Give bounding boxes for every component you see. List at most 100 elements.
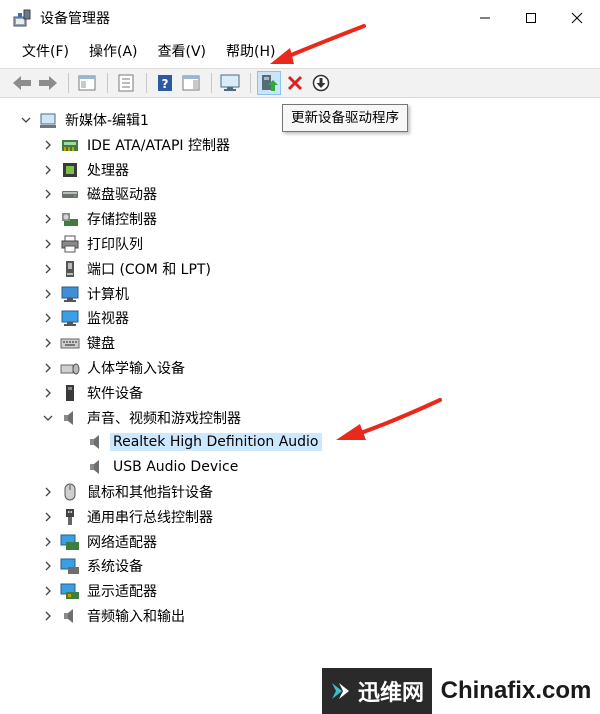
chevron-right-icon[interactable]: [40, 579, 56, 603]
printer-icon: [60, 234, 80, 254]
tree-category[interactable]: 存储控制器: [40, 207, 160, 231]
watermark-right-text: Chinafix.com: [440, 677, 592, 704]
storage-controller-icon: [60, 209, 80, 229]
chevron-right-icon[interactable]: [40, 133, 56, 157]
update-driver-button[interactable]: [257, 71, 281, 95]
tree-category[interactable]: 音频输入和输出: [40, 604, 188, 628]
close-button[interactable]: [554, 0, 600, 36]
tree-category[interactable]: 系统设备: [40, 554, 146, 578]
tree-device[interactable]: Realtek High Definition Audio: [66, 430, 322, 454]
chevron-right-icon[interactable]: [40, 257, 56, 281]
toolbar-separator: [211, 73, 212, 93]
tree-item-label: 人体学输入设备: [87, 361, 185, 377]
chevron-right-icon[interactable]: [40, 604, 56, 628]
monitor-icon: [60, 308, 80, 328]
chevron-right-icon[interactable]: [40, 505, 56, 529]
chevron-right-icon[interactable]: [40, 356, 56, 380]
help-button[interactable]: ?: [153, 71, 177, 95]
chevron-right-icon[interactable]: [40, 306, 56, 330]
watermark: 迅维网 Chinafix.com: [322, 668, 600, 714]
tree-category[interactable]: 处理器: [40, 158, 132, 182]
computer-icon: [60, 284, 80, 304]
tree-category[interactable]: 鼠标和其他指针设备: [40, 480, 216, 504]
tree-category[interactable]: 显示适配器: [40, 579, 160, 603]
chevron-down-icon[interactable]: [40, 406, 56, 430]
display-adapter-icon: [60, 581, 80, 601]
tree-item-label: 系统设备: [87, 559, 143, 576]
tree-item-label: USB Audio Device: [113, 459, 239, 476]
tree-category[interactable]: IDE ATA/ATAPI 控制器: [40, 133, 233, 157]
audio-io-icon: [60, 606, 80, 626]
tree-device[interactable]: USB Audio Device: [66, 455, 241, 479]
software-device-icon: [60, 383, 80, 403]
uninstall-button[interactable]: [283, 71, 307, 95]
chevron-right-icon[interactable]: [40, 530, 56, 554]
scan-hardware-button[interactable]: [218, 71, 242, 95]
chevron-down-icon[interactable]: [18, 108, 34, 132]
back-arrow-icon: [13, 76, 31, 90]
tree-category[interactable]: 声音、视频和游戏控制器: [40, 406, 244, 430]
tree-item-label: 显示适配器: [87, 584, 157, 601]
update-driver-icon: [262, 75, 278, 91]
speaker-icon: [86, 457, 106, 477]
tree-item-label: 端口 (COM 和 LPT): [87, 261, 211, 278]
tree-category[interactable]: 打印队列: [40, 232, 146, 256]
close-icon: [571, 12, 583, 24]
tree-category[interactable]: 软件设备: [40, 381, 146, 405]
tree-category[interactable]: 网络适配器: [40, 530, 160, 554]
toolbar-separator: [107, 73, 108, 93]
annotation-arrow: [270, 24, 366, 64]
chevron-right-icon[interactable]: [40, 381, 56, 405]
tree-item-label: Realtek High Definition Audio: [110, 433, 322, 452]
disable-device-button[interactable]: [309, 71, 333, 95]
tree-category[interactable]: 计算机: [40, 282, 132, 306]
device-tree: 新媒体-编辑1 IDE ATA/ATAPI 控制器处理器磁盘驱动器 存储控制器 打印队…: [0, 104, 600, 664]
uninstall-icon: [287, 75, 303, 91]
tree-category[interactable]: 磁盘驱动器: [40, 182, 160, 206]
maximize-button[interactable]: [508, 0, 554, 36]
back-button[interactable]: [10, 71, 34, 95]
tree-item-label: 软件设备: [87, 385, 143, 402]
tree-category[interactable]: 端口 (COM 和 LPT): [40, 257, 214, 281]
properties-button[interactable]: [114, 71, 138, 95]
hid-icon: [60, 358, 80, 378]
tree-category[interactable]: 键盘: [40, 331, 118, 355]
action-pane-icon: [182, 75, 200, 91]
usb-icon: [60, 507, 80, 527]
chevron-right-icon[interactable]: [40, 480, 56, 504]
tree-item-label: 监视器: [87, 311, 129, 328]
window-title: 设备管理器: [40, 11, 110, 27]
speaker-icon: [86, 432, 106, 452]
chevron-right-icon[interactable]: [40, 232, 56, 256]
tree-item-label: 音频输入和输出: [87, 609, 185, 625]
tree-item-label: 处理器: [87, 162, 129, 179]
tree-category[interactable]: 监视器: [40, 306, 132, 330]
chevron-right-icon[interactable]: [40, 182, 56, 206]
ide-controller-icon: [60, 135, 80, 155]
mouse-icon: [60, 482, 80, 502]
show-hide-tree-button[interactable]: [75, 71, 99, 95]
show-hide-tree-icon: [78, 75, 96, 91]
chevron-right-icon[interactable]: [40, 207, 56, 231]
menu-view[interactable]: 查看(V): [148, 40, 217, 64]
action-pane-button[interactable]: [179, 71, 203, 95]
chevron-right-icon[interactable]: [40, 554, 56, 578]
minimize-button[interactable]: [462, 0, 508, 36]
logo-icon: [332, 683, 349, 699]
forward-button[interactable]: [36, 71, 60, 95]
chevron-right-icon[interactable]: [40, 331, 56, 355]
chevron-right-icon[interactable]: [40, 158, 56, 182]
chevron-right-icon[interactable]: [40, 282, 56, 306]
toolbar-separator: [146, 73, 147, 93]
keyboard-icon: [60, 333, 80, 353]
watermark-left-text: 迅维网: [358, 681, 425, 706]
forward-arrow-icon: [39, 76, 57, 90]
tree-item-label: 通用串行总线控制器: [87, 509, 213, 526]
menu-action[interactable]: 操作(A): [79, 40, 148, 64]
tree-root[interactable]: 新媒体-编辑1: [18, 108, 152, 132]
tree-category[interactable]: 通用串行总线控制器: [40, 505, 216, 529]
tree-category[interactable]: 人体学输入设备: [40, 356, 188, 380]
menu-file[interactable]: 文件(F): [12, 40, 79, 64]
watermark-right: Chinafix.com: [432, 668, 600, 714]
port-icon: [60, 259, 80, 279]
